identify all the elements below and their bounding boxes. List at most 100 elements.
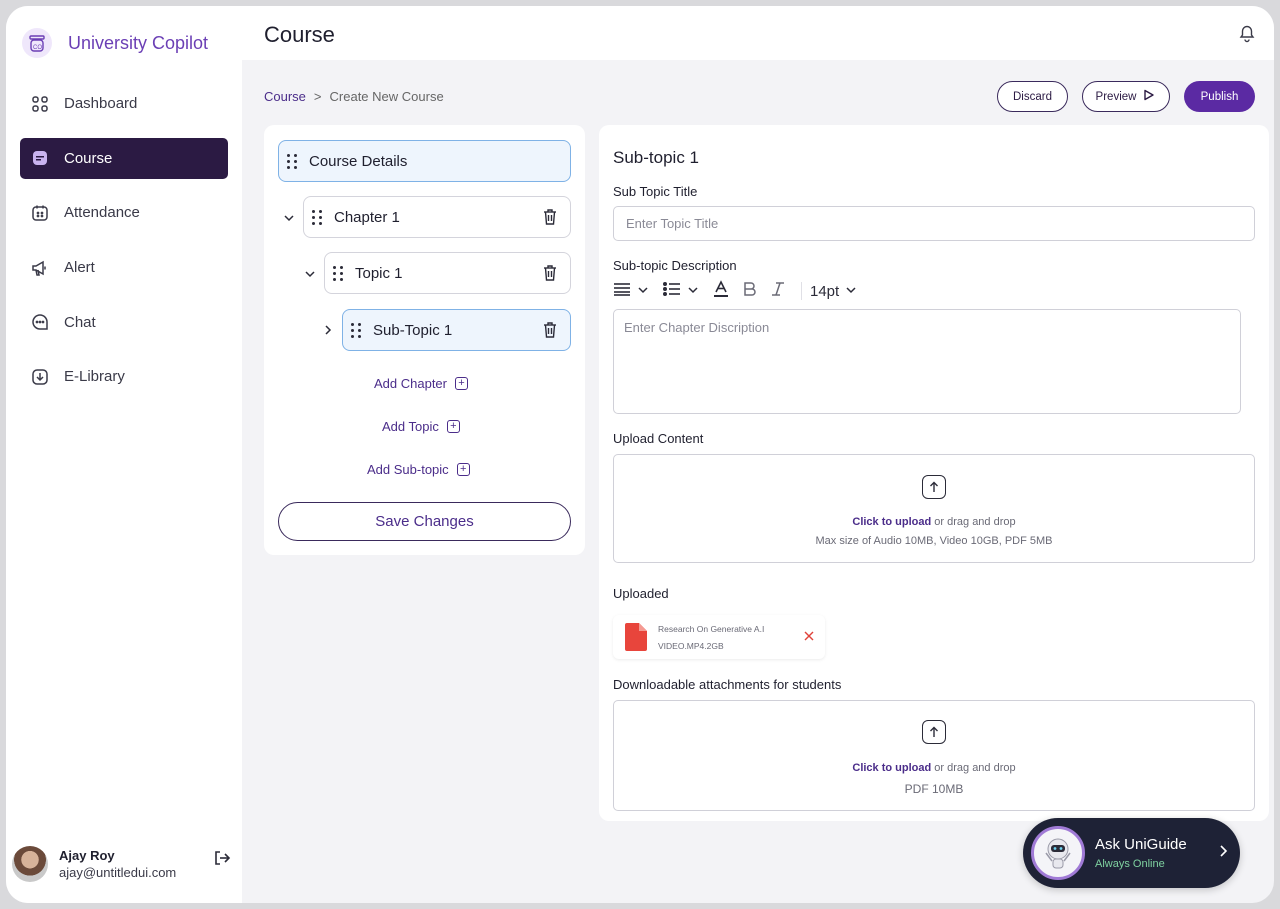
drag-drop-text: or drag and drop (934, 516, 1016, 528)
drag-handle-icon[interactable] (351, 322, 365, 338)
node-label: Sub-Topic 1 (373, 321, 453, 339)
toolbar-divider (801, 282, 802, 300)
add-subtopic-button[interactable]: Add Sub-topic + (367, 462, 470, 477)
chevron-right-icon (1219, 844, 1229, 863)
assistant-title: Ask UniGuide (1095, 836, 1187, 853)
list-dropdown[interactable] (662, 281, 699, 300)
attachments-dropzone[interactable]: Click to upload or drag and drop PDF 10M… (613, 700, 1255, 811)
subtopic-form-panel: Sub-topic 1 Sub Topic Title Sub-topic De… (599, 125, 1269, 821)
uploaded-label: Uploaded (613, 586, 669, 601)
description-textarea[interactable] (613, 309, 1241, 414)
remove-file-icon[interactable] (803, 629, 815, 645)
chevron-down-icon (637, 283, 649, 300)
node-label: Course Details (309, 152, 408, 170)
breadcrumb-course[interactable]: Course (264, 89, 306, 104)
chevron-right-icon[interactable] (321, 323, 335, 337)
publish-button[interactable]: Publish (1184, 81, 1255, 112)
chevron-down-icon[interactable] (282, 211, 296, 225)
ask-uniguide-widget[interactable]: Ask UniGuide Always Online (1023, 818, 1240, 888)
add-subtopic-label: Add Sub-topic (367, 462, 449, 477)
assistant-status: Always Online (1095, 858, 1165, 870)
download-icon (30, 367, 50, 387)
sidebar-item-label: E-Library (64, 368, 125, 386)
click-to-upload-link[interactable]: Click to upload (852, 516, 931, 528)
upload-icon (922, 720, 946, 744)
subtopic-title-input[interactable] (613, 206, 1255, 241)
trash-icon[interactable] (540, 207, 560, 227)
brand[interactable]: CO University Copilot (22, 28, 208, 58)
owl-logo-icon: CO (22, 28, 52, 58)
subtopic-node[interactable]: Sub-Topic 1 (342, 309, 571, 351)
drag-handle-icon[interactable] (333, 265, 347, 281)
node-label: Topic 1 (355, 264, 403, 282)
preview-label: Preview (1095, 90, 1137, 103)
italic-button[interactable] (771, 281, 785, 301)
course-icon (30, 148, 50, 168)
align-dropdown[interactable] (613, 282, 649, 300)
logout-icon[interactable] (212, 848, 232, 868)
click-to-upload-link[interactable]: Click to upload (852, 762, 931, 774)
topic-node[interactable]: Topic 1 (324, 252, 571, 294)
attach-limits: PDF 10MB (904, 782, 964, 796)
font-size-dropdown[interactable]: 14pt (810, 283, 857, 300)
sidebar-item-chat[interactable]: Chat (20, 302, 228, 343)
description-label: Sub-topic Description (613, 258, 737, 273)
avatar[interactable] (12, 846, 48, 882)
preview-button[interactable]: Preview (1082, 81, 1170, 112)
drag-handle-icon[interactable] (312, 209, 326, 225)
publish-label: Publish (1200, 90, 1239, 103)
text-color-button[interactable] (713, 280, 729, 302)
save-changes-button[interactable]: Save Changes (278, 502, 571, 541)
sidebar-item-label: Dashboard (64, 95, 138, 112)
attachments-label: Downloadable attachments for students (613, 677, 842, 692)
chapter-node[interactable]: Chapter 1 (303, 196, 571, 238)
megaphone-icon (30, 258, 50, 278)
chat-icon (30, 312, 50, 332)
text-color-icon (713, 280, 729, 302)
course-details-node[interactable]: Course Details (278, 140, 571, 182)
add-chapter-button[interactable]: Add Chapter + (374, 376, 468, 391)
bold-button[interactable] (743, 281, 757, 301)
user-profile: Ajay Roy ajay@untitledui.com (12, 844, 232, 884)
sidebar-item-course[interactable]: Course (20, 137, 228, 179)
user-name: Ajay Roy (59, 848, 115, 863)
font-size-value: 14pt (810, 282, 840, 300)
breadcrumb-current: Create New Course (329, 89, 444, 104)
upload-content-dropzone[interactable]: Click to upload or drag and drop Max siz… (613, 454, 1255, 563)
upload-content-label: Upload Content (613, 431, 704, 446)
discard-label: Discard (1013, 90, 1052, 103)
robot-avatar-icon (1031, 826, 1085, 880)
bell-icon[interactable] (1236, 22, 1258, 44)
plus-icon: + (446, 420, 460, 433)
bullet-list-icon (662, 281, 681, 300)
upload-icon (922, 475, 946, 499)
chevron-down-icon[interactable] (303, 267, 317, 281)
chevron-down-icon (845, 283, 857, 300)
sidebar-nav: Dashboard Course Attendance Alert Chat E… (20, 83, 228, 411)
italic-icon (771, 281, 785, 301)
app-frame: CO University Copilot Dashboard Course A… (6, 6, 1274, 903)
play-icon (1142, 88, 1156, 105)
file-icon (625, 623, 647, 656)
trash-icon[interactable] (540, 263, 560, 283)
sidebar-item-attendance[interactable]: Attendance (20, 192, 228, 233)
sidebar-item-alert[interactable]: Alert (20, 247, 228, 288)
uploaded-file-card[interactable]: Research On Generative A.I VIDEO.MP4.2GB (613, 615, 825, 659)
editor-toolbar: 14pt (613, 280, 871, 302)
node-label: Chapter 1 (334, 208, 400, 226)
add-topic-button[interactable]: Add Topic + (382, 419, 460, 434)
form-title: Sub-topic 1 (613, 148, 699, 167)
drag-handle-icon[interactable] (287, 153, 301, 169)
add-chapter-label: Add Chapter (374, 376, 447, 391)
save-changes-label: Save Changes (375, 513, 474, 530)
attach-prompt: Click to upload or drag and drop (614, 762, 1254, 774)
sidebar-item-label: Course (64, 149, 113, 167)
sidebar-item-dashboard[interactable]: Dashboard (20, 83, 228, 124)
top-bar: Course (242, 6, 1274, 60)
user-info: Ajay Roy ajay@untitledui.com (59, 848, 176, 880)
discard-button[interactable]: Discard (997, 81, 1068, 112)
sidebar-item-elibrary[interactable]: E-Library (20, 356, 228, 397)
calendar-icon (30, 203, 50, 223)
trash-icon[interactable] (540, 320, 560, 340)
file-meta: VIDEO.MP4.2GB (658, 641, 724, 651)
